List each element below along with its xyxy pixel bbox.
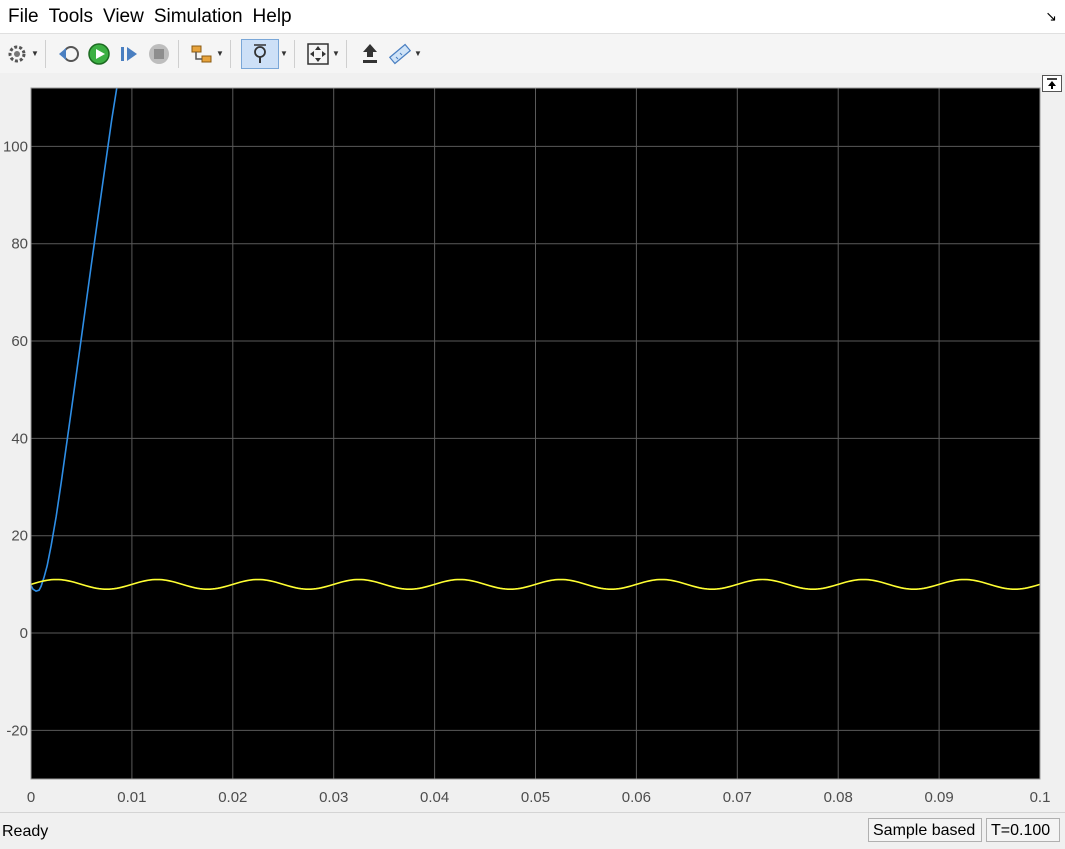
step-back-icon[interactable] — [56, 40, 82, 68]
undock-arrow-icon[interactable]: ↘ — [1045, 8, 1057, 25]
x-tick-label: 0.01 — [117, 789, 146, 806]
menu-file[interactable]: File — [0, 6, 39, 28]
sample-mode-field: Sample based — [868, 818, 982, 842]
status-text: Ready — [2, 823, 49, 840]
highlight-block-icon[interactable] — [189, 40, 215, 68]
fit-dropdown-icon[interactable]: ▼ — [332, 49, 340, 58]
measure-dropdown-icon[interactable]: ▼ — [414, 49, 422, 58]
x-tick-label: 0.05 — [521, 789, 550, 806]
zoom-dropdown-icon[interactable]: ▼ — [280, 49, 288, 58]
x-tick-label: 0.06 — [622, 789, 651, 806]
menu-simulation[interactable]: Simulation — [146, 6, 243, 28]
y-tick-label: 80 — [11, 236, 28, 253]
settings-icon[interactable] — [4, 40, 30, 68]
settings-dropdown-icon[interactable]: ▼ — [31, 49, 39, 58]
scope-chart[interactable]: 0 0.01 0.02 0.03 0.04 0.05 0.06 0.07 0.08 0.09 0.1… — [0, 73, 1065, 812]
toolbar-separator — [294, 39, 295, 68]
dock-icon[interactable] — [1042, 75, 1062, 92]
toolbar-separator — [45, 39, 46, 68]
x-tick-label: 0.02 — [218, 789, 247, 806]
stop-icon[interactable] — [146, 40, 172, 68]
x-tick-label: 0.07 — [723, 789, 752, 806]
x-tick-label: 0.03 — [319, 789, 348, 806]
y-tick-label: 40 — [11, 430, 28, 447]
y-tick-label: 20 — [11, 528, 28, 545]
menu-bar: File Tools View Simulation Help ↘ — [0, 0, 1065, 33]
run-icon[interactable] — [86, 40, 112, 68]
toolbar-separator — [178, 39, 179, 68]
toolbar-separator — [230, 39, 231, 68]
menu-tools[interactable]: Tools — [41, 6, 93, 28]
y-tick-label: 60 — [11, 333, 28, 350]
measure-icon[interactable] — [387, 40, 413, 68]
sim-time-field: T=0.100 — [986, 818, 1060, 842]
x-tick-label: 0.1 — [1030, 789, 1051, 806]
status-bar: Ready Sample based T=0.100 — [0, 812, 1065, 849]
toolbar: ▼ ▼ ▼ ▼ ▼ — [0, 33, 1065, 74]
y-tick-label: 0 — [20, 625, 28, 642]
x-tick-label: 0.04 — [420, 789, 449, 806]
fit-to-view-icon[interactable] — [305, 40, 331, 68]
x-tick-label: 0.09 — [924, 789, 953, 806]
menu-help[interactable]: Help — [245, 6, 292, 28]
menu-view[interactable]: View — [95, 6, 144, 28]
highlight-dropdown-icon[interactable]: ▼ — [216, 49, 224, 58]
x-tick-label: 0.08 — [824, 789, 853, 806]
y-tick-label: 100 — [3, 138, 28, 155]
x-tick-label: 0 — [27, 789, 35, 806]
toolbar-separator — [346, 39, 347, 68]
zoom-icon[interactable] — [241, 38, 279, 69]
scope-plot-area: 0 0.01 0.02 0.03 0.04 0.05 0.06 0.07 0.08 0.09 0.1… — [0, 73, 1065, 812]
step-forward-icon[interactable] — [116, 40, 142, 68]
y-tick-label: -20 — [6, 722, 28, 739]
restore-icon[interactable] — [357, 40, 383, 68]
